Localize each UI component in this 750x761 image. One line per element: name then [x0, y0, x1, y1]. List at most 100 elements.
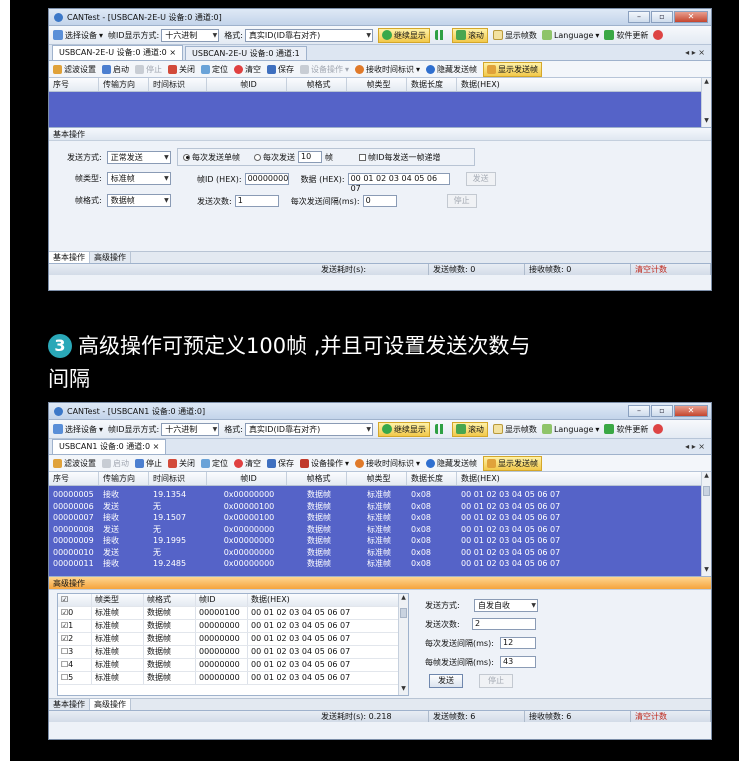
predefined-frame-row[interactable]: ☐5 标准帧 数据帧 00000000 00 01 02 03 04 05 06 07	[58, 672, 408, 685]
start-button[interactable]: 启动	[102, 64, 129, 75]
table-row[interactable]: 00000007 接收 19.1507 0x00000100 数据帧 标准帧 0x08 00 …	[49, 512, 711, 524]
table-row[interactable]: 00000009 接收 19.1995 0x00000000 数据帧 标准帧 0x08 00 …	[49, 535, 711, 547]
id-display-select[interactable]: 十六进制	[161, 422, 220, 436]
tab-close-icon[interactable]: ×	[153, 442, 160, 451]
device-operation-button[interactable]: 设备操作 ▾	[300, 64, 349, 75]
tab-advanced-operation[interactable]: 高级操作	[90, 252, 131, 263]
send-times-input[interactable]: 1	[234, 195, 279, 207]
language-button[interactable]: Language ▾	[541, 424, 599, 434]
col-data-hex[interactable]: 数据(HEX)	[457, 472, 711, 485]
interval-input[interactable]: 0	[362, 195, 397, 207]
single-frame-radio[interactable]	[183, 153, 190, 161]
multi-frame-radio[interactable]	[254, 153, 261, 161]
col-frame-type[interactable]: 帧类型	[347, 78, 407, 91]
id-display-select[interactable]: 十六进制	[161, 28, 220, 42]
col-frame-type[interactable]: 帧类型	[347, 472, 407, 485]
update-button[interactable]: 软件更新	[604, 30, 648, 41]
col-direction[interactable]: 传输方向	[99, 472, 149, 485]
grid-body-empty[interactable]	[49, 92, 711, 127]
clear-count-button[interactable]: 清空计数	[631, 711, 711, 722]
filter-settings-button[interactable]: 滤波设置	[53, 64, 96, 75]
grid-scrollbar[interactable]: ▲ ▼	[701, 78, 711, 127]
adv-send-times-input[interactable]: 2	[472, 618, 536, 630]
tab-basic-operation[interactable]: 基本操作	[49, 252, 90, 263]
adv-frame-interval-input[interactable]: 43	[500, 656, 536, 668]
predefined-frame-row[interactable]: ☐3 标准帧 数据帧 00000000 00 01 02 03 04 05 06 07	[58, 646, 408, 659]
predefined-frame-row[interactable]: ☑0 标准帧 数据帧 00000100 00 01 02 03 04 05 06 07	[58, 607, 408, 620]
select-all-checkbox[interactable]: ☑	[58, 594, 92, 606]
adv-send-button[interactable]: 发送	[429, 674, 463, 688]
close-button[interactable]: ✕	[674, 405, 708, 417]
col-timestamp[interactable]: 时间标识	[149, 78, 207, 91]
tab-nav-arrows[interactable]: ◂ ▸ ×	[685, 46, 705, 60]
col-index[interactable]: 序号	[49, 472, 99, 485]
clear-button[interactable]: 清空	[234, 458, 261, 469]
tab-advanced-operation[interactable]: 高级操作	[90, 699, 131, 710]
col-frame-id[interactable]: 帧ID	[207, 472, 287, 485]
scroll-button[interactable]: 滚动	[451, 421, 488, 437]
pause-button[interactable]	[434, 30, 447, 40]
tab-nav-arrows[interactable]: ◂ ▸ ×	[685, 440, 705, 454]
col-index[interactable]: 序号	[49, 78, 99, 91]
stop-button[interactable]: 停止	[135, 64, 162, 75]
help-button[interactable]	[653, 424, 665, 434]
save-button[interactable]: 保存	[267, 458, 294, 469]
col-timestamp[interactable]: 时间标识	[149, 472, 207, 485]
minimize-button[interactable]: –	[628, 405, 650, 417]
pause-button[interactable]	[434, 424, 447, 434]
close-button[interactable]: ✕	[674, 11, 708, 23]
predefined-frame-row[interactable]: ☑2 标准帧 数据帧 00000000 00 01 02 03 04 05 06 07	[58, 633, 408, 646]
minimize-button[interactable]: –	[628, 11, 650, 23]
col-frame-id[interactable]: 帧ID	[207, 78, 287, 91]
stop-button[interactable]: 停止	[135, 458, 162, 469]
adv-interval-input[interactable]: 12	[500, 637, 536, 649]
col-frame-format[interactable]: 帧格式	[287, 472, 347, 485]
id-increment-checkbox[interactable]	[359, 153, 366, 161]
locate-button[interactable]: 定位	[201, 458, 228, 469]
maximize-button[interactable]: ▫	[651, 11, 673, 23]
col-direction[interactable]: 传输方向	[99, 78, 149, 91]
predefined-frame-row[interactable]: ☑1 标准帧 数据帧 00000000 00 01 02 03 04 05 06 07	[58, 620, 408, 633]
grid-scrollbar[interactable]: ▲ ▼	[701, 472, 711, 576]
tab-close-icon[interactable]: ×	[169, 48, 176, 57]
table-row[interactable]: 00000010 发送无 0x00000000 数据帧 标准帧 0x08 00 01 02 …	[49, 547, 711, 559]
col-data-hex[interactable]: 数据(HEX)	[457, 78, 711, 91]
close-device-button[interactable]: 关闭	[168, 64, 195, 75]
adv-stop-button[interactable]: 停止	[479, 674, 513, 688]
device-operation-button[interactable]: 设备操作 ▾	[300, 458, 349, 469]
predefined-frame-row[interactable]: ☐4 标准帧 数据帧 00000000 00 01 02 03 04 05 06 07	[58, 659, 408, 672]
locate-button[interactable]: 定位	[201, 64, 228, 75]
tab-basic-operation[interactable]: 基本操作	[49, 699, 90, 710]
update-button[interactable]: 软件更新	[604, 424, 648, 435]
send-button[interactable]: 发送	[465, 172, 496, 186]
table-row[interactable]: 00000006 发送无 0x00000100 数据帧 标准帧 0x08 00 01 02 …	[49, 501, 711, 513]
close-device-button[interactable]: 关闭	[168, 458, 195, 469]
tab-device0-channel0[interactable]: USBCAN1 设备:0 通道:0 ×	[52, 439, 167, 454]
multi-frame-count-input[interactable]: 10	[298, 151, 322, 163]
start-button[interactable]: 启动	[102, 458, 129, 469]
receive-time-button[interactable]: 接收时间标识 ▾	[355, 64, 420, 75]
continue-display-button[interactable]: 继续显示	[377, 421, 430, 437]
language-button[interactable]: Language ▾	[541, 30, 599, 40]
show-frames-button[interactable]: 显示帧数	[492, 424, 537, 435]
frame-type-select[interactable]: 标准帧	[106, 172, 171, 185]
clear-button[interactable]: 清空	[234, 64, 261, 75]
format-select[interactable]: 真实ID(ID靠右对齐)	[244, 28, 373, 42]
predefined-table-scrollbar[interactable]: ▲ ▼	[398, 594, 408, 695]
frame-id-input[interactable]: 00000000	[244, 173, 289, 185]
show-sent-button[interactable]: 显示发送帧	[483, 61, 543, 77]
clear-count-button[interactable]: 清空计数	[631, 264, 711, 275]
maximize-button[interactable]: ▫	[651, 405, 673, 417]
hide-sent-button[interactable]: 隐藏发送帧	[426, 64, 477, 75]
data-input[interactable]: 00 01 02 03 04 05 06 07	[347, 173, 450, 193]
save-button[interactable]: 保存	[267, 64, 294, 75]
frame-format-select[interactable]: 数据帧	[106, 194, 171, 207]
col-data-length[interactable]: 数据长度	[407, 472, 457, 485]
col-frame-format[interactable]: 帧格式	[287, 78, 347, 91]
tab-device0-channel1[interactable]: USBCAN-2E-U 设备:0 通道:1	[185, 46, 307, 60]
adv-send-mode-select[interactable]: 自发自收	[474, 598, 538, 612]
show-frames-button[interactable]: 显示帧数	[492, 30, 537, 41]
filter-settings-button[interactable]: 滤波设置	[53, 458, 96, 469]
table-row[interactable]: 00000011 接收 19.2485 0x00000000 数据帧 标准帧 0x08 00 …	[49, 558, 711, 570]
select-device-button[interactable]: 选择设备 ▾	[53, 424, 103, 435]
